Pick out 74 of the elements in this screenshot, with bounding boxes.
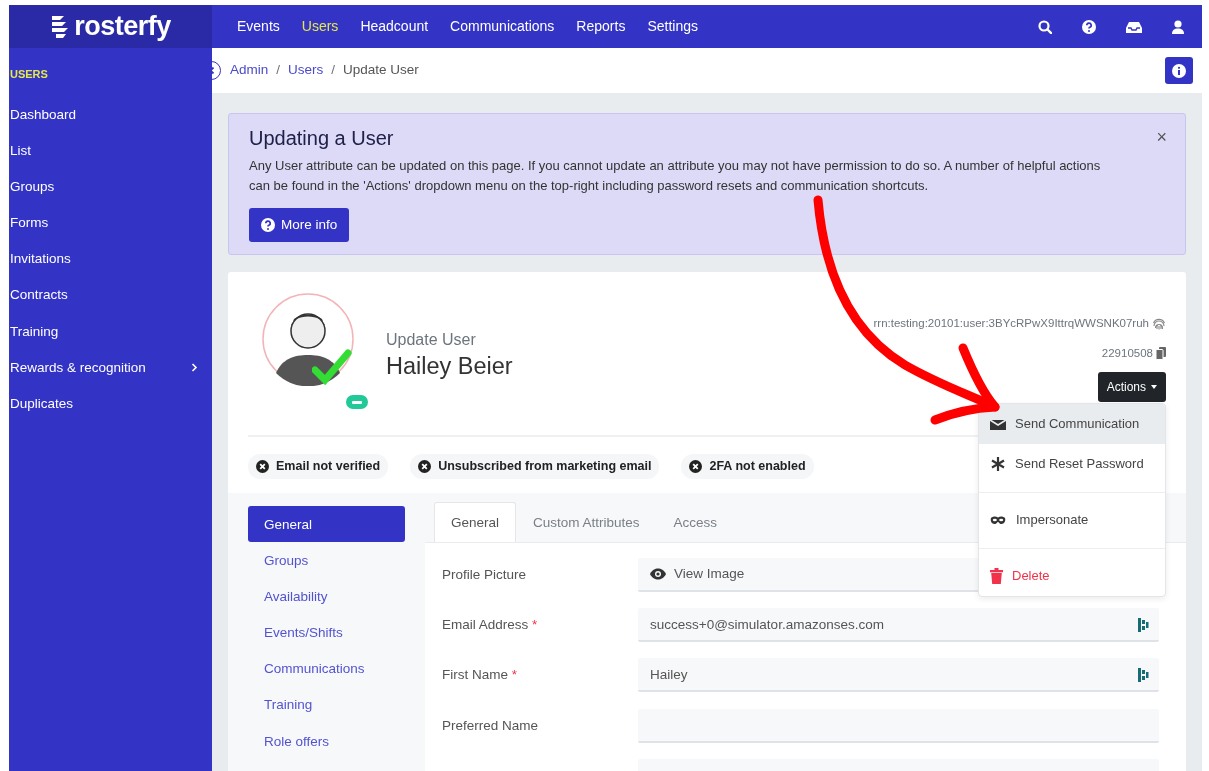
section-nav-item[interactable]: Training bbox=[248, 686, 405, 723]
status-pill: Email not verified bbox=[248, 453, 389, 479]
input-field[interactable]: Hailey bbox=[638, 658, 1159, 693]
sidebar-item[interactable]: Forms bbox=[9, 213, 212, 250]
top-nav-link[interactable]: Events bbox=[226, 16, 291, 37]
sidebar-item[interactable]: List bbox=[9, 140, 212, 177]
top-nav-link[interactable]: Users bbox=[290, 16, 350, 37]
user-name: Hailey Beier bbox=[386, 352, 513, 381]
status-badge bbox=[346, 395, 368, 410]
x-circle-icon bbox=[256, 459, 269, 473]
section-nav-item[interactable]: Groups bbox=[248, 541, 405, 578]
copy-icon[interactable] bbox=[1156, 346, 1166, 360]
user-identifier: rrn:testing:20101:user:3BYcRPwX9IttrqWWSNK07ruh bbox=[873, 316, 1149, 332]
more-info-button[interactable]: More info bbox=[249, 208, 350, 243]
breadcrumb-link[interactable]: Admin bbox=[230, 60, 269, 81]
top-nav-link[interactable]: Reports bbox=[565, 16, 637, 37]
section-nav-item[interactable]: Availability bbox=[248, 577, 405, 615]
tab[interactable]: Access bbox=[656, 501, 735, 542]
field-label: First Name bbox=[442, 667, 508, 683]
sidebar-item[interactable]: Rewards & recognition bbox=[9, 357, 212, 394]
fingerprint-icon bbox=[1152, 317, 1166, 331]
input-field[interactable] bbox=[638, 708, 1159, 743]
page-subtitle: Update User bbox=[386, 330, 477, 351]
user-icon[interactable] bbox=[1172, 19, 1184, 34]
top-nav-link[interactable]: Headcount bbox=[349, 16, 440, 37]
help-icon bbox=[261, 218, 275, 233]
section-nav-item[interactable]: Role offers bbox=[248, 722, 405, 759]
status-pill: Unsubscribed from marketing email bbox=[410, 453, 660, 479]
alert-title: Updating a User bbox=[249, 126, 394, 150]
asterisk-icon bbox=[990, 455, 1006, 472]
tab[interactable]: General bbox=[434, 501, 517, 542]
required-mark: * bbox=[532, 617, 538, 633]
field-label: Profile Picture bbox=[442, 566, 527, 582]
field-label: Email Address bbox=[442, 617, 529, 633]
tab[interactable]: Custom Attributes bbox=[516, 501, 657, 542]
user-number: 22910508 bbox=[1101, 345, 1153, 361]
alert-text: Any User attribute can be updated on this page. If you cannot update an attribute you may not have permission to do so. A number of helpful actions can be found in the 'Actions' dropdown menu on the top-right including password resets and communication shortcuts. bbox=[249, 157, 1102, 195]
breadcrumb-separator: / bbox=[331, 61, 336, 80]
input-field[interactable]: success+0@simulator.amazonses.com bbox=[638, 608, 1159, 643]
x-circle-icon bbox=[418, 459, 432, 473]
sidebar-item[interactable]: Duplicates bbox=[9, 394, 212, 431]
top-nav-link[interactable]: Communications bbox=[439, 16, 566, 37]
sidebar-item[interactable]: Groups bbox=[9, 176, 212, 214]
breadcrumb-separator: / bbox=[276, 61, 281, 80]
section-nav-item[interactable]: Communications bbox=[248, 650, 405, 687]
menu-item[interactable]: Send Reset Password bbox=[979, 443, 1165, 484]
actions-dropdown-button[interactable]: Actions bbox=[1097, 371, 1166, 402]
breadcrumb-current: Update User bbox=[343, 61, 419, 80]
sidebar-item[interactable]: Dashboard bbox=[9, 104, 212, 141]
section-nav-item[interactable]: General bbox=[248, 505, 405, 542]
menu-item[interactable]: Delete bbox=[979, 547, 1165, 596]
top-nav-link[interactable]: Settings bbox=[636, 16, 709, 37]
menu-item[interactable]: Impersonate bbox=[979, 491, 1165, 540]
sidebar-heading: USERS bbox=[10, 67, 48, 82]
help-icon[interactable] bbox=[1082, 19, 1096, 34]
inbox-icon[interactable] bbox=[1126, 20, 1142, 33]
search-icon[interactable] bbox=[1038, 19, 1052, 34]
info-button[interactable] bbox=[1165, 57, 1193, 84]
trash-icon bbox=[990, 567, 1003, 584]
menu-item[interactable]: Send Communication bbox=[979, 403, 1165, 444]
required-mark: * bbox=[511, 667, 518, 683]
section-nav-item[interactable]: Events/Shifts bbox=[248, 614, 405, 651]
sidebar-item[interactable]: Contracts bbox=[9, 285, 212, 322]
mask-icon bbox=[990, 513, 1007, 526]
x-circle-icon bbox=[689, 459, 703, 473]
info-icon bbox=[1172, 63, 1186, 78]
eye-icon bbox=[650, 567, 666, 580]
logo-icon bbox=[50, 13, 69, 40]
field-label: Preferred Name bbox=[442, 717, 539, 733]
sidebar-item[interactable]: Training bbox=[9, 321, 212, 358]
close-button[interactable]: × bbox=[1156, 124, 1167, 151]
breadcrumb-link[interactable]: Users bbox=[288, 60, 324, 81]
status-pill: 2FA not enabled bbox=[681, 453, 814, 479]
sidebar-item[interactable]: Invitations bbox=[9, 249, 212, 286]
